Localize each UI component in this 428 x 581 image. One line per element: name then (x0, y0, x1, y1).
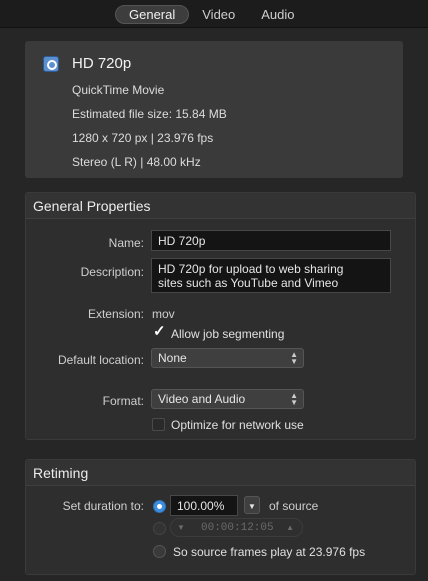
tab-video[interactable]: Video (189, 5, 248, 24)
default-location-popup[interactable]: None ▲ ▼ (151, 348, 304, 368)
popup-arrows-icon: ▲ ▼ (290, 350, 298, 366)
percent-dropdown-button[interactable]: ▼ (244, 496, 260, 514)
extension-value: mov (152, 307, 175, 321)
description-line-1: HD 720p for upload to web sharing (158, 262, 344, 276)
duration-timecode-radio[interactable] (153, 522, 166, 535)
summary-panel: HD 720p QuickTime Movie Estimated file s… (25, 41, 403, 178)
format-label: Format: (102, 394, 144, 408)
tab-general[interactable]: General (115, 5, 190, 24)
optimize-network-checkbox[interactable] (152, 418, 165, 431)
duration-percent-radio[interactable] (153, 500, 166, 513)
allow-segmenting-label: Allow job segmenting (171, 327, 285, 341)
chevron-up-icon: ▲ (286, 523, 294, 532)
extension-label: Extension: (87, 307, 144, 321)
preset-title: HD 720p (72, 55, 132, 72)
optimize-network-label: Optimize for network use (171, 418, 304, 432)
format-value: Video and Audio (158, 392, 246, 406)
general-properties-header: General Properties (26, 193, 415, 219)
tab-group: General Video Audio (115, 5, 308, 24)
allow-segmenting-checkbox[interactable]: ✓ (153, 322, 166, 340)
default-location-value: None (158, 351, 187, 365)
format-popup[interactable]: Video and Audio ▲ ▼ (151, 389, 304, 409)
chevron-down-icon: ▼ (177, 523, 185, 532)
source-frames-radio[interactable] (153, 545, 166, 558)
chevron-down-icon: ▼ (248, 502, 256, 511)
name-label: Name: (108, 236, 144, 250)
description-label: Description: (80, 265, 144, 279)
summary-video: 1280 x 720 px | 23.976 fps (72, 131, 214, 145)
description-field[interactable]: HD 720p for upload to web sharing sites … (151, 258, 391, 293)
name-field[interactable]: HD 720p (151, 230, 391, 251)
of-source-label: of source (269, 499, 319, 513)
summary-audio: Stereo (L R) | 48.00 kHz (72, 155, 201, 169)
retiming-header: Retiming (26, 460, 415, 486)
quicktime-icon (43, 56, 59, 72)
description-line-2: sites such as YouTube and Vimeo (158, 276, 339, 290)
duration-percent-field[interactable]: 100.00% (170, 495, 238, 516)
source-frames-label: So source frames play at 23.976 fps (173, 545, 366, 559)
tab-audio[interactable]: Audio (248, 5, 307, 24)
timecode-field[interactable]: ▼ 00:00:12:05 ▲ (170, 518, 303, 537)
timecode-value: 00:00:12:05 (201, 522, 274, 534)
tab-bar: General Video Audio (0, 0, 428, 28)
set-duration-label: Set duration to: (62, 499, 144, 513)
summary-file-size: Estimated file size: 15.84 MB (72, 107, 227, 121)
summary-format: QuickTime Movie (72, 83, 165, 97)
default-location-label: Default location: (57, 353, 144, 367)
popup-arrows-icon: ▲ ▼ (290, 391, 298, 407)
